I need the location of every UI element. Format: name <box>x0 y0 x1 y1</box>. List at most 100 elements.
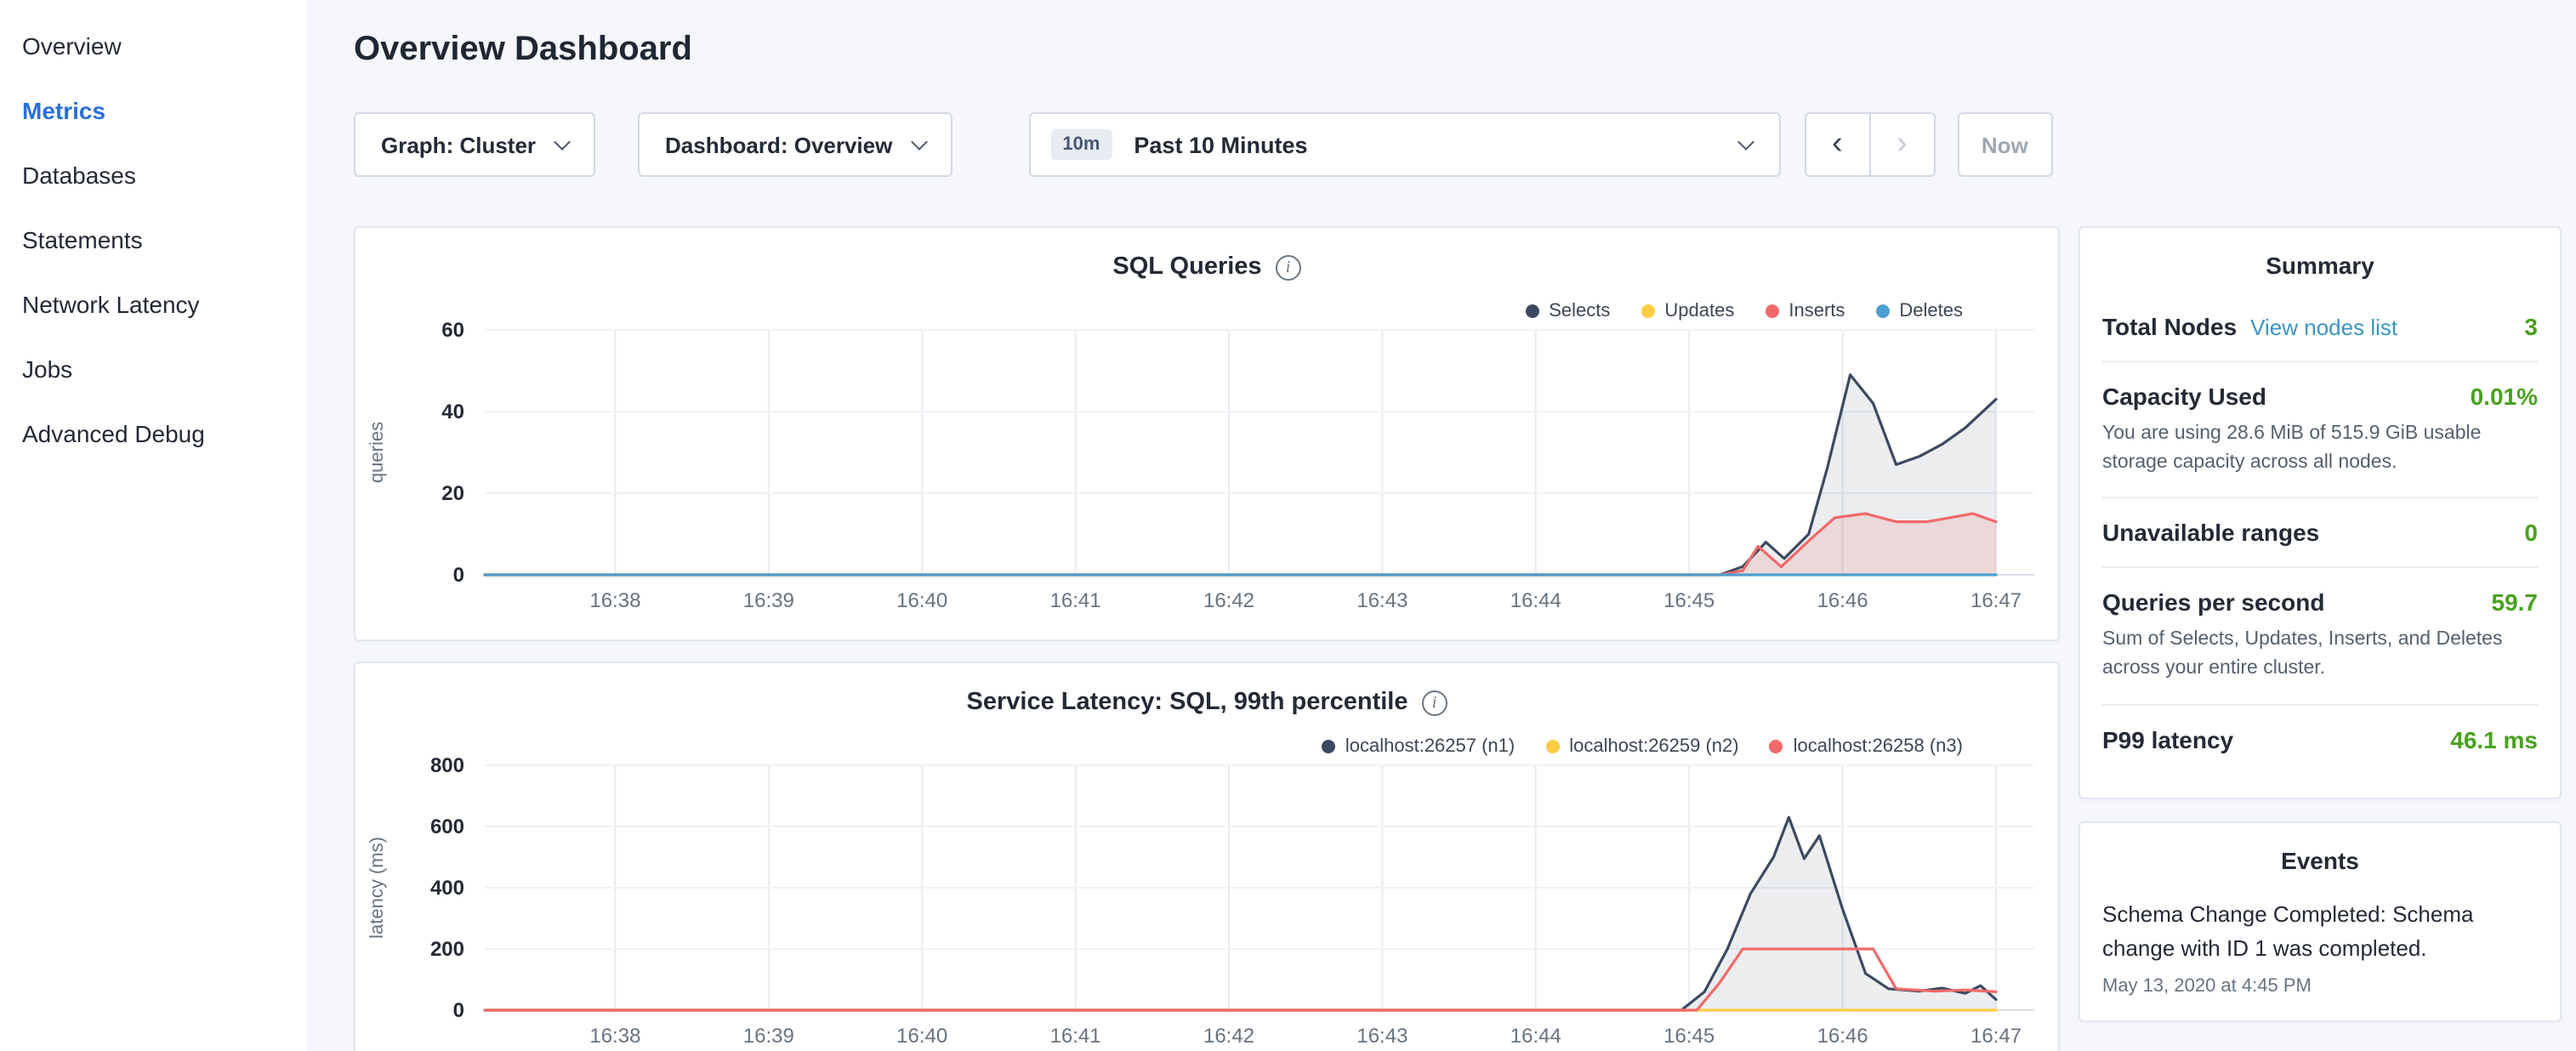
legend-label: localhost:26258 (n3) <box>1794 736 1963 757</box>
sidebar-item-network-latency[interactable]: Network Latency <box>22 272 306 337</box>
now-button[interactable]: Now <box>1957 112 2052 177</box>
svg-text:200: 200 <box>430 938 464 961</box>
previous-timewindow-button[interactable]: ‹ <box>1804 112 1870 177</box>
legend-label: Updates <box>1664 301 1734 321</box>
summary-label: Capacity Used <box>2102 383 2266 410</box>
chart-legend: localhost:26257 (n1) localhost:26259 (n2… <box>1322 736 1963 757</box>
summary-value: 59.7 <box>2492 589 2539 616</box>
svg-text:16:47: 16:47 <box>1970 1025 2022 1048</box>
next-timewindow-button[interactable]: › <box>1868 112 1935 177</box>
sql-queries-chart-card: SQL Queries i Selects Updates Inserts <box>354 226 2060 641</box>
svg-text:16:40: 16:40 <box>896 1025 947 1048</box>
sidebar-item-databases[interactable]: Databases <box>22 143 306 207</box>
legend-item-selects[interactable]: Selects <box>1525 301 1610 321</box>
summary-label: P99 latency <box>2102 725 2233 753</box>
main-content: Overview Dashboard Graph: Cluster Dashbo… <box>306 0 2060 1051</box>
sidebar-item-advanced-debug[interactable]: Advanced Debug <box>22 401 306 466</box>
summary-row-unavailable-ranges: Unavailable ranges 0 <box>2102 499 2538 569</box>
legend-item-deletes[interactable]: Deletes <box>1875 301 1963 321</box>
sidebar-item-overview[interactable]: Overview <box>22 14 306 78</box>
svg-text:60: 60 <box>441 319 464 342</box>
svg-text:800: 800 <box>430 754 464 777</box>
legend-dot <box>1322 740 1335 753</box>
svg-text:16:38: 16:38 <box>589 1025 640 1048</box>
chart-header: Service Latency: SQL, 99th percentile i <box>355 663 2058 718</box>
svg-text:16:44: 16:44 <box>1510 1025 1561 1048</box>
event-item: Schema Change Completed: Schema change w… <box>2102 887 2538 997</box>
legend-label: Deletes <box>1899 301 1963 321</box>
graph-scope-label: Graph: Cluster <box>381 132 536 157</box>
graph-scope-dropdown[interactable]: Graph: Cluster <box>354 112 595 177</box>
toolbar: Graph: Cluster Dashboard: Overview 10m P… <box>354 112 2060 177</box>
svg-text:16:46: 16:46 <box>1817 589 1868 612</box>
app-window: Overview Metrics Databases Statements Ne… <box>0 0 2576 1051</box>
chart-title: SQL Queries <box>1112 253 1261 281</box>
summary-description: You are using 28.6 MiB of 515.9 GiB usab… <box>2102 420 2538 477</box>
chevron-down-icon <box>910 133 927 150</box>
info-icon[interactable]: i <box>1422 690 1447 715</box>
sidebar: Overview Metrics Databases Statements Ne… <box>0 0 306 1051</box>
legend-item-inserts[interactable]: Inserts <box>1765 301 1845 321</box>
svg-text:16:42: 16:42 <box>1203 589 1254 612</box>
svg-text:16:41: 16:41 <box>1050 589 1101 612</box>
svg-text:0: 0 <box>453 564 464 587</box>
svg-text:16:45: 16:45 <box>1663 1025 1714 1048</box>
sidebar-item-statements[interactable]: Statements <box>22 207 306 272</box>
svg-text:400: 400 <box>430 877 464 900</box>
summary-value: 0.01% <box>2471 383 2538 410</box>
service-latency-chart: 16:3816:3916:4016:4116:4216:4316:4416:45… <box>355 748 2058 1051</box>
summary-label: Total Nodes <box>2102 313 2237 340</box>
legend-label: localhost:26259 (n2) <box>1569 736 1738 757</box>
summary-value: 3 <box>2524 313 2538 340</box>
legend-item-n3[interactable]: localhost:26258 (n3) <box>1770 736 1963 757</box>
legend-item-updates[interactable]: Updates <box>1641 301 1734 321</box>
svg-text:16:38: 16:38 <box>589 589 640 612</box>
legend-dot <box>1765 304 1778 318</box>
right-sidebar: Summary Total Nodes View nodes list 3 Ca… <box>2060 0 2575 1051</box>
sql-queries-chart: 16:3816:3916:4016:4116:4216:4316:4416:45… <box>355 313 2058 622</box>
info-icon[interactable]: i <box>1276 254 1301 280</box>
legend-dot <box>1641 304 1654 318</box>
legend-dot <box>1525 304 1538 318</box>
summary-value: 46.1 ms <box>2450 725 2538 753</box>
legend-dot <box>1875 304 1889 318</box>
svg-text:40: 40 <box>441 401 464 423</box>
legend-label: Inserts <box>1788 301 1845 321</box>
svg-text:16:42: 16:42 <box>1203 1025 1254 1048</box>
chevron-down-icon <box>554 133 571 150</box>
events-title: Events <box>2102 822 2538 887</box>
svg-text:20: 20 <box>441 482 464 505</box>
svg-text:queries: queries <box>366 422 387 483</box>
legend-item-n1[interactable]: localhost:26257 (n1) <box>1322 736 1515 757</box>
sidebar-item-metrics[interactable]: Metrics <box>22 78 306 143</box>
dashboard-dropdown[interactable]: Dashboard: Overview <box>638 112 952 177</box>
svg-text:16:45: 16:45 <box>1663 589 1714 612</box>
legend-dot <box>1770 740 1783 753</box>
time-window-label: Past 10 Minutes <box>1134 132 1307 157</box>
summary-row-capacity-used: Capacity Used 0.01% You are using 28.6 M… <box>2102 362 2538 499</box>
chart-header: SQL Queries i <box>355 228 2058 282</box>
legend-item-n2[interactable]: localhost:26259 (n2) <box>1545 736 1738 757</box>
event-message: Schema Change Completed: Schema change w… <box>2102 887 2538 968</box>
svg-text:0: 0 <box>453 999 464 1022</box>
chart-legend: Selects Updates Inserts Deletes <box>1525 301 1963 321</box>
dashboard-dropdown-label: Dashboard: Overview <box>665 132 892 157</box>
summary-row-total-nodes: Total Nodes View nodes list 3 <box>2102 293 2538 362</box>
svg-text:16:46: 16:46 <box>1817 1025 1868 1048</box>
events-panel: Events Schema Change Completed: Schema c… <box>2078 821 2562 1022</box>
time-pager: ‹ › <box>1804 112 1935 177</box>
legend-dot <box>1545 740 1559 753</box>
service-latency-chart-card: Service Latency: SQL, 99th percentile i … <box>354 662 2060 1051</box>
time-window-dropdown[interactable]: 10m Past 10 Minutes <box>1028 112 1780 177</box>
svg-text:latency (ms): latency (ms) <box>366 837 387 939</box>
sidebar-item-jobs[interactable]: Jobs <box>22 337 306 401</box>
summary-value: 0 <box>2524 520 2538 547</box>
summary-title: Summary <box>2102 228 2538 293</box>
chart-title: Service Latency: SQL, 99th percentile <box>967 689 1408 716</box>
svg-text:600: 600 <box>430 815 464 838</box>
summary-label: Queries per second <box>2102 589 2324 616</box>
svg-text:16:43: 16:43 <box>1356 589 1407 612</box>
summary-description: Sum of Selects, Updates, Inserts, and De… <box>2102 627 2538 684</box>
view-nodes-list-link[interactable]: View nodes list <box>2250 315 2397 340</box>
svg-text:16:47: 16:47 <box>1970 589 2022 612</box>
